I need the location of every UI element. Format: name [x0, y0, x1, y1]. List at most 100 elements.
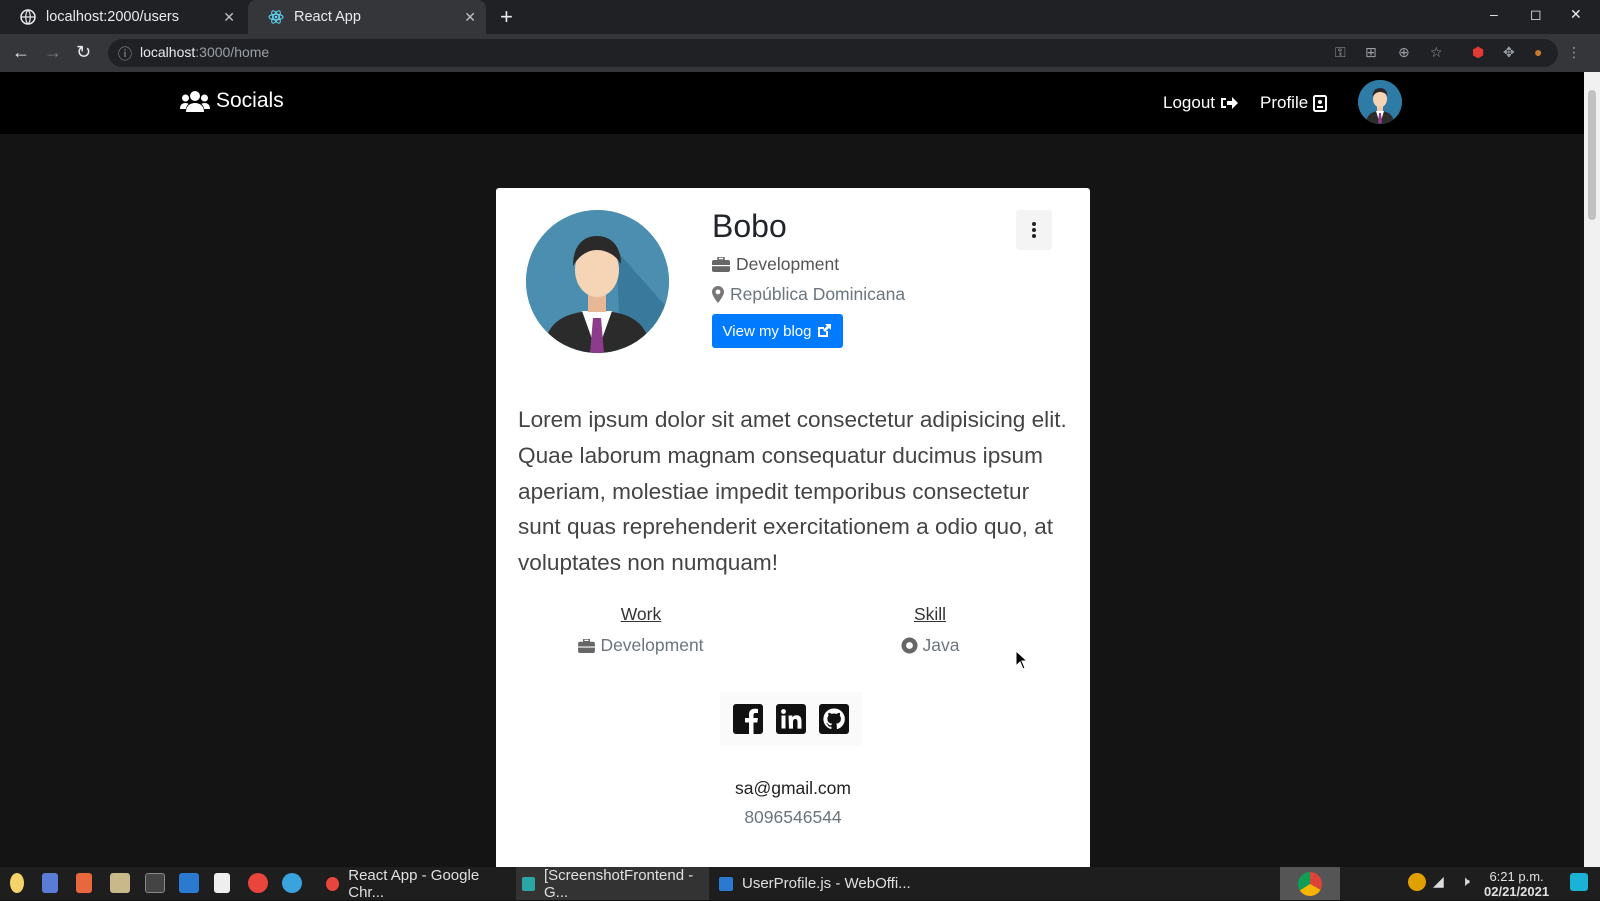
- briefcase-icon: [578, 638, 596, 653]
- system-clock[interactable]: 6:21 p.m. 02/21/2021: [1484, 869, 1549, 899]
- task-label: [ScreenshotFrontend - G...: [544, 866, 694, 901]
- chrome-icon: [326, 876, 340, 891]
- key-icon[interactable]: ⚿: [1335, 44, 1346, 61]
- translate-icon[interactable]: ⊞: [1365, 44, 1377, 61]
- tray-app-icon[interactable]: [1408, 873, 1426, 891]
- file-manager-icon[interactable]: [110, 873, 130, 893]
- bookmark-star-icon[interactable]: ☆: [1430, 44, 1443, 61]
- users-icon: [180, 91, 210, 112]
- zoom-icon[interactable]: ⊕: [1398, 44, 1410, 61]
- reload-icon[interactable]: ↻: [76, 42, 91, 63]
- address-toolbar: ← → ↻ ⓘ localhost:3000/home ⚿ ⊞ ⊕ ☆ ⬢ ✥ …: [0, 34, 1600, 72]
- occupation: Development: [712, 254, 839, 275]
- os-taskbar: React App - Google Chr... [ScreenshotFro…: [0, 866, 1600, 901]
- new-tab-icon[interactable]: +: [500, 4, 513, 30]
- task-label: UserProfile.js - WebOffi...: [742, 875, 911, 892]
- presentation-app-icon[interactable]: [76, 873, 92, 893]
- back-icon[interactable]: ←: [12, 42, 30, 63]
- extensions-puzzle-icon[interactable]: ✥: [1503, 44, 1515, 61]
- skill-value: Java: [890, 635, 970, 656]
- logout-label: Logout: [1163, 93, 1215, 112]
- minimize-icon[interactable]: –: [1490, 6, 1498, 22]
- vscode-icon[interactable]: [179, 873, 199, 893]
- text-editor-icon[interactable]: [42, 873, 58, 893]
- briefcase-icon: [712, 257, 730, 272]
- tab-users[interactable]: localhost:2000/users ✕: [0, 0, 245, 34]
- volume-icon[interactable]: 🕨: [1461, 873, 1481, 893]
- chrome-launcher-icon[interactable]: [248, 873, 268, 893]
- view-blog-label: View my blog: [722, 322, 812, 340]
- tab-title: React App: [294, 9, 361, 25]
- active-chrome-window[interactable]: [1280, 867, 1340, 900]
- adblock-extension-icon[interactable]: ⬢: [1472, 44, 1484, 61]
- react-icon: [268, 9, 284, 25]
- skill-section: Skill Java: [890, 604, 970, 656]
- profile-phone: 8096546544: [744, 807, 842, 827]
- start-menu-icon[interactable]: [10, 873, 24, 893]
- task-label: React App - Google Chr...: [348, 866, 480, 901]
- external-link-icon: [818, 324, 832, 337]
- telegram-icon[interactable]: [282, 873, 302, 893]
- github-icon[interactable]: [819, 704, 850, 734]
- id-badge-icon: [1313, 94, 1328, 112]
- scrollbar-thumb[interactable]: [1588, 90, 1596, 220]
- task-react-app[interactable]: React App - Google Chr...: [320, 866, 510, 901]
- user-avatar[interactable]: [1358, 80, 1402, 124]
- work-text: Development: [600, 635, 704, 655]
- social-links: [720, 692, 862, 746]
- page-viewport: Socials Logout Profile Bobo Development …: [0, 72, 1584, 867]
- dot-circle-icon: [901, 637, 918, 654]
- sign-out-icon: [1221, 97, 1238, 109]
- work-heading: Work: [620, 604, 662, 624]
- task-userprofile-js[interactable]: UserProfile.js - WebOffi...: [713, 867, 913, 900]
- chrome-icon: [1298, 871, 1322, 896]
- profile-label: Profile: [1260, 93, 1309, 112]
- work-section: Work Development: [576, 604, 706, 656]
- app-window-icon: [522, 876, 535, 891]
- tab-react-app[interactable]: React App ✕: [248, 0, 486, 34]
- browser-profile-icon[interactable]: ●: [1534, 44, 1542, 60]
- options-menu-button[interactable]: [1016, 210, 1052, 250]
- map-marker-icon: [712, 286, 724, 303]
- profile-card: Bobo Development República Dominicana Vi…: [496, 188, 1090, 867]
- brand-name: Socials: [216, 89, 284, 112]
- clock-time: 6:21 p.m.: [1489, 869, 1544, 884]
- linkedin-icon[interactable]: [775, 704, 806, 734]
- vscode-icon: [719, 876, 733, 891]
- notifications-icon[interactable]: [1570, 873, 1588, 891]
- maximize-icon[interactable]: ◻: [1530, 6, 1542, 23]
- brand-link[interactable]: Socials: [180, 89, 284, 113]
- logout-link[interactable]: Logout: [1163, 93, 1238, 113]
- view-blog-button[interactable]: View my blog: [712, 314, 843, 348]
- location-text: República Dominicana: [730, 284, 906, 304]
- info-icon[interactable]: ⓘ: [118, 44, 132, 64]
- skill-text: Java: [922, 635, 960, 655]
- window-close-icon[interactable]: ✕: [1570, 6, 1582, 23]
- terminal-icon[interactable]: [145, 873, 165, 893]
- location: República Dominicana: [712, 284, 905, 305]
- page-scrollbar[interactable]: [1584, 72, 1600, 867]
- profile-link[interactable]: Profile: [1260, 93, 1328, 113]
- wifi-icon[interactable]: ◢: [1433, 873, 1453, 893]
- forward-icon[interactable]: →: [44, 42, 62, 63]
- task-screenshot-frontend[interactable]: [ScreenshotFrontend - G...: [516, 866, 709, 901]
- clock-date: 02/21/2021: [1484, 884, 1550, 899]
- top-navbar: Socials Logout Profile: [0, 72, 1584, 134]
- tab-title: localhost:2000/users: [46, 9, 179, 25]
- menu-kebab-icon[interactable]: ⋮: [1567, 44, 1581, 61]
- occupation-text: Development: [736, 254, 840, 274]
- profile-avatar: [526, 210, 669, 353]
- work-value: Development: [576, 635, 706, 656]
- notes-app-icon[interactable]: [214, 873, 230, 893]
- close-tab-icon[interactable]: ✕: [464, 9, 476, 26]
- skill-heading: Skill: [913, 604, 947, 624]
- close-tab-icon[interactable]: ✕: [223, 9, 235, 26]
- url-text[interactable]: localhost:3000/home: [140, 44, 269, 60]
- vertical-dots-icon: [1032, 222, 1036, 238]
- browser-tab-strip: localhost:2000/users ✕ React App ✕ + – ◻…: [0, 0, 1600, 34]
- profile-name: Bobo: [712, 208, 787, 244]
- mouse-cursor-icon: [1015, 650, 1029, 670]
- facebook-icon[interactable]: [732, 704, 763, 734]
- globe-icon: [20, 9, 36, 25]
- profile-bio: Lorem ipsum dolor sit amet consectetur a…: [518, 407, 1067, 576]
